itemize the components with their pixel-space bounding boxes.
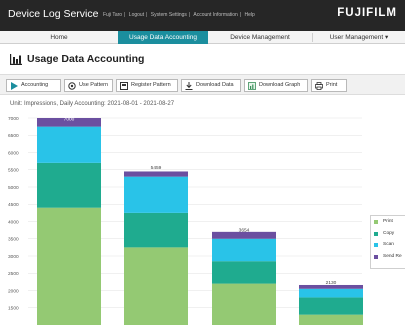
print-icon — [315, 82, 323, 90]
bar-total-label: 5459 — [151, 165, 162, 171]
legend-swatch-scan — [374, 243, 378, 247]
tab-home[interactable]: Home — [0, 31, 118, 44]
page-title-text: Usage Data Accounting — [27, 53, 145, 65]
top-bar: Device Log Service Fuji Taro | Logout | Sy… — [0, 0, 405, 31]
register-icon — [120, 82, 128, 90]
bar-segment-scan — [37, 126, 101, 163]
graph-icon — [248, 82, 256, 90]
bar-segment-copy — [299, 297, 363, 315]
download-data-button[interactable]: Download Data — [181, 79, 241, 92]
system-settings-link[interactable]: System Settings — [151, 12, 187, 18]
y-tick-label: 2000 — [8, 288, 19, 294]
legend-item-send-receive: Send Re — [374, 254, 405, 266]
account-information-link[interactable]: Account Information — [193, 12, 237, 18]
bar-segment-print — [124, 247, 188, 325]
y-tick-label: 5500 — [8, 168, 19, 174]
y-axis-ticks: 1500 2000 2500 3000 3500 4000 4500 5000 5500 6000… — [8, 116, 19, 312]
bar-segment-print — [299, 314, 363, 325]
bar-segment-print — [212, 283, 276, 325]
search-icon — [68, 82, 76, 90]
unit-description: Unit: Impressions, Daily Accounting: 202… — [10, 101, 175, 107]
main-nav: Home Usage Data Accounting Device Manage… — [0, 31, 405, 44]
legend-swatch-copy — [374, 231, 378, 236]
header-links: Fuji Taro | Logout | System Settings | Acco… — [103, 12, 255, 18]
bar-segment-print — [37, 207, 101, 325]
legend-swatch-send-receive — [374, 254, 378, 259]
bar-chart-icon — [10, 54, 22, 65]
y-tick-label: 4000 — [8, 219, 19, 225]
play-icon — [11, 82, 18, 90]
use-pattern-button[interactable]: Use Pattern — [64, 79, 113, 92]
tab-user-management[interactable]: User Management ▾ — [313, 31, 405, 44]
bar-segment-scan — [299, 288, 363, 298]
tab-device-management[interactable]: Device Management — [208, 31, 312, 44]
download-graph-button-label: Download Graph — [259, 82, 301, 88]
bar-total-label: 3654 — [239, 227, 250, 233]
legend-label-copy: Copy — [383, 230, 395, 236]
y-tick-label: 4500 — [8, 202, 19, 208]
app-title: Device Log Service — [8, 8, 99, 20]
y-tick-label: 2500 — [8, 271, 19, 277]
use-pattern-button-label: Use Pattern — [79, 82, 109, 88]
download-data-button-label: Download Data — [196, 82, 234, 88]
logout-link[interactable]: Logout — [129, 12, 144, 18]
legend-label-print: Print — [383, 219, 393, 224]
y-tick-label: 5000 — [8, 185, 19, 191]
y-tick-label: 1500 — [8, 306, 19, 312]
bar-total-label: 2130 — [326, 280, 337, 286]
total-labels: 7000 5459 3654 2130 — [64, 117, 337, 287]
accounting-button[interactable]: Accounting — [6, 79, 61, 92]
bar-segment-scan — [124, 176, 188, 213]
legend-label-send-receive: Send Re — [383, 253, 402, 259]
tab-usage-data-accounting[interactable]: Usage Data Accounting — [118, 31, 208, 44]
usage-chart: 1500 2000 2500 3000 3500 4000 4500 5000 5500 6000… — [8, 116, 363, 325]
accounting-button-label: Accounting — [21, 82, 49, 88]
help-link[interactable]: Help — [245, 12, 255, 18]
bar-segment-copy — [124, 212, 188, 248]
bar-segment-send-receive — [124, 171, 188, 177]
y-tick-label: 3500 — [8, 237, 19, 243]
toolbar: Accounting Use Pattern Register Pattern … — [0, 74, 405, 95]
y-tick-label: 6000 — [8, 150, 19, 156]
download-icon — [185, 82, 193, 90]
legend-swatch-print — [374, 220, 378, 224]
bar-segment-scan — [212, 238, 276, 262]
register-pattern-button[interactable]: Register Pattern — [116, 79, 178, 92]
bar-segment-copy — [37, 162, 101, 208]
bar-total-label: 7000 — [64, 117, 75, 123]
brand-logo: FUJIFILM — [337, 7, 397, 19]
y-tick-label: 6500 — [8, 133, 19, 139]
legend-label-scan: Scan — [383, 242, 394, 247]
chart-legend: Print Copy Scan Send Re — [370, 215, 405, 269]
register-pattern-button-label: Register Pattern — [131, 82, 171, 88]
print-button[interactable]: Print — [311, 79, 347, 92]
y-tick-label: 7000 — [8, 116, 19, 122]
download-graph-button[interactable]: Download Graph — [244, 79, 308, 92]
legend-item-copy: Copy — [374, 231, 405, 243]
bar-segment-copy — [212, 261, 276, 284]
user-name-link[interactable]: Fuji Taro — [103, 12, 122, 18]
legend-item-print: Print — [374, 219, 405, 231]
legend-item-scan: Scan — [374, 242, 405, 254]
y-tick-label: 3000 — [8, 254, 19, 260]
print-button-label: Print — [326, 82, 338, 88]
